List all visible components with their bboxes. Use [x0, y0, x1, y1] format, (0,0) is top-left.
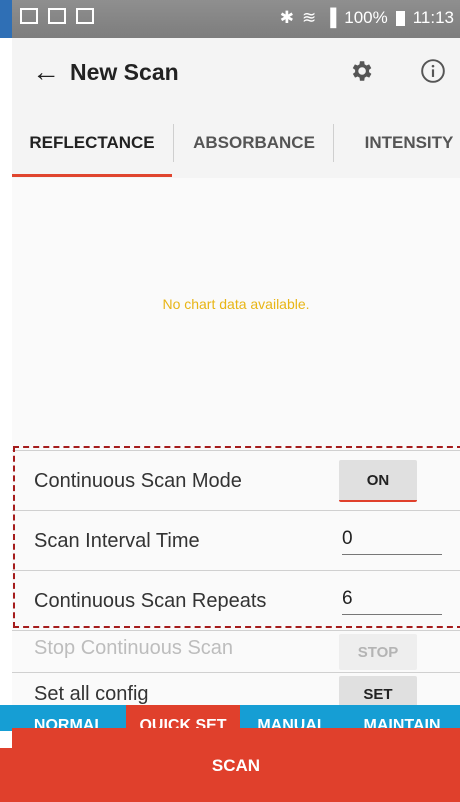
tab-intensity[interactable]: INTENSITY — [334, 108, 460, 178]
continuous-scan-mode-toggle[interactable]: ON — [339, 460, 417, 502]
image-notification-icon — [20, 8, 38, 24]
battery-percent: 100% — [344, 8, 388, 27]
tab-absorbance[interactable]: ABSORBANCE — [174, 108, 334, 178]
scan-interval-time-row: Scan Interval Time 0 — [12, 510, 460, 571]
continuous-scan-repeats-label: Continuous Scan Repeats — [34, 590, 267, 612]
continuous-scan-repeats-row: Continuous Scan Repeats 6 — [12, 570, 460, 631]
status-right: ✱ ≋ ▐ 100% 11:13 — [280, 8, 454, 28]
active-tab-indicator — [12, 174, 172, 177]
tab-bar: REFLECTANCE ABSORBANCE INTENSITY — [12, 108, 460, 178]
left-edge-mark — [0, 748, 12, 802]
status-bar: ✱ ≋ ▐ 100% 11:13 — [12, 0, 460, 38]
continuous-scan-mode-label: Continuous Scan Mode — [34, 470, 242, 492]
set-button[interactable]: SET — [339, 676, 417, 706]
left-edge-strip — [0, 0, 12, 802]
left-edge-mark — [0, 0, 12, 38]
stop-button[interactable]: STOP — [339, 634, 417, 670]
set-all-config-label: Set all config — [34, 683, 149, 705]
arrow-left-icon[interactable]: ← — [32, 56, 60, 88]
continuous-scan-repeats-input[interactable]: 6 — [342, 588, 442, 615]
scan-button[interactable]: SCAN — [12, 728, 460, 802]
battery-icon — [395, 10, 405, 26]
list-notification-icon — [48, 8, 66, 24]
tab-reflectance[interactable]: REFLECTANCE — [12, 108, 172, 178]
chart-empty-message: No chart data available. — [162, 296, 310, 312]
scan-button-label: SCAN — [211, 756, 261, 775]
gear-icon[interactable] — [348, 58, 374, 84]
scan-interval-time-label: Scan Interval Time — [34, 530, 200, 552]
set-all-config-row: Set all config SET — [12, 672, 460, 706]
signal-icon: ▐ — [324, 8, 337, 27]
mail-notification-icon — [76, 8, 94, 24]
bluetooth-icon: ✱ — [279, 8, 294, 27]
continuous-scan-mode-row: Continuous Scan Mode ON — [12, 450, 460, 511]
info-icon[interactable] — [420, 58, 446, 84]
clock: 11:13 — [412, 8, 454, 27]
app-bar: ← New Scan — [12, 38, 460, 108]
chart-area: No chart data available. — [12, 178, 460, 440]
scan-interval-time-input[interactable]: 0 — [342, 528, 442, 555]
wifi-icon: ≋ — [301, 8, 317, 27]
notification-icons — [20, 8, 94, 24]
stop-continuous-scan-label: Stop Continuous Scan — [34, 637, 234, 659]
left-edge-mark — [0, 705, 12, 731]
page-title: New Scan — [70, 59, 179, 85]
app-screen: ✱ ≋ ▐ 100% 11:13 ← New Scan REFLECTANCE … — [12, 0, 460, 802]
